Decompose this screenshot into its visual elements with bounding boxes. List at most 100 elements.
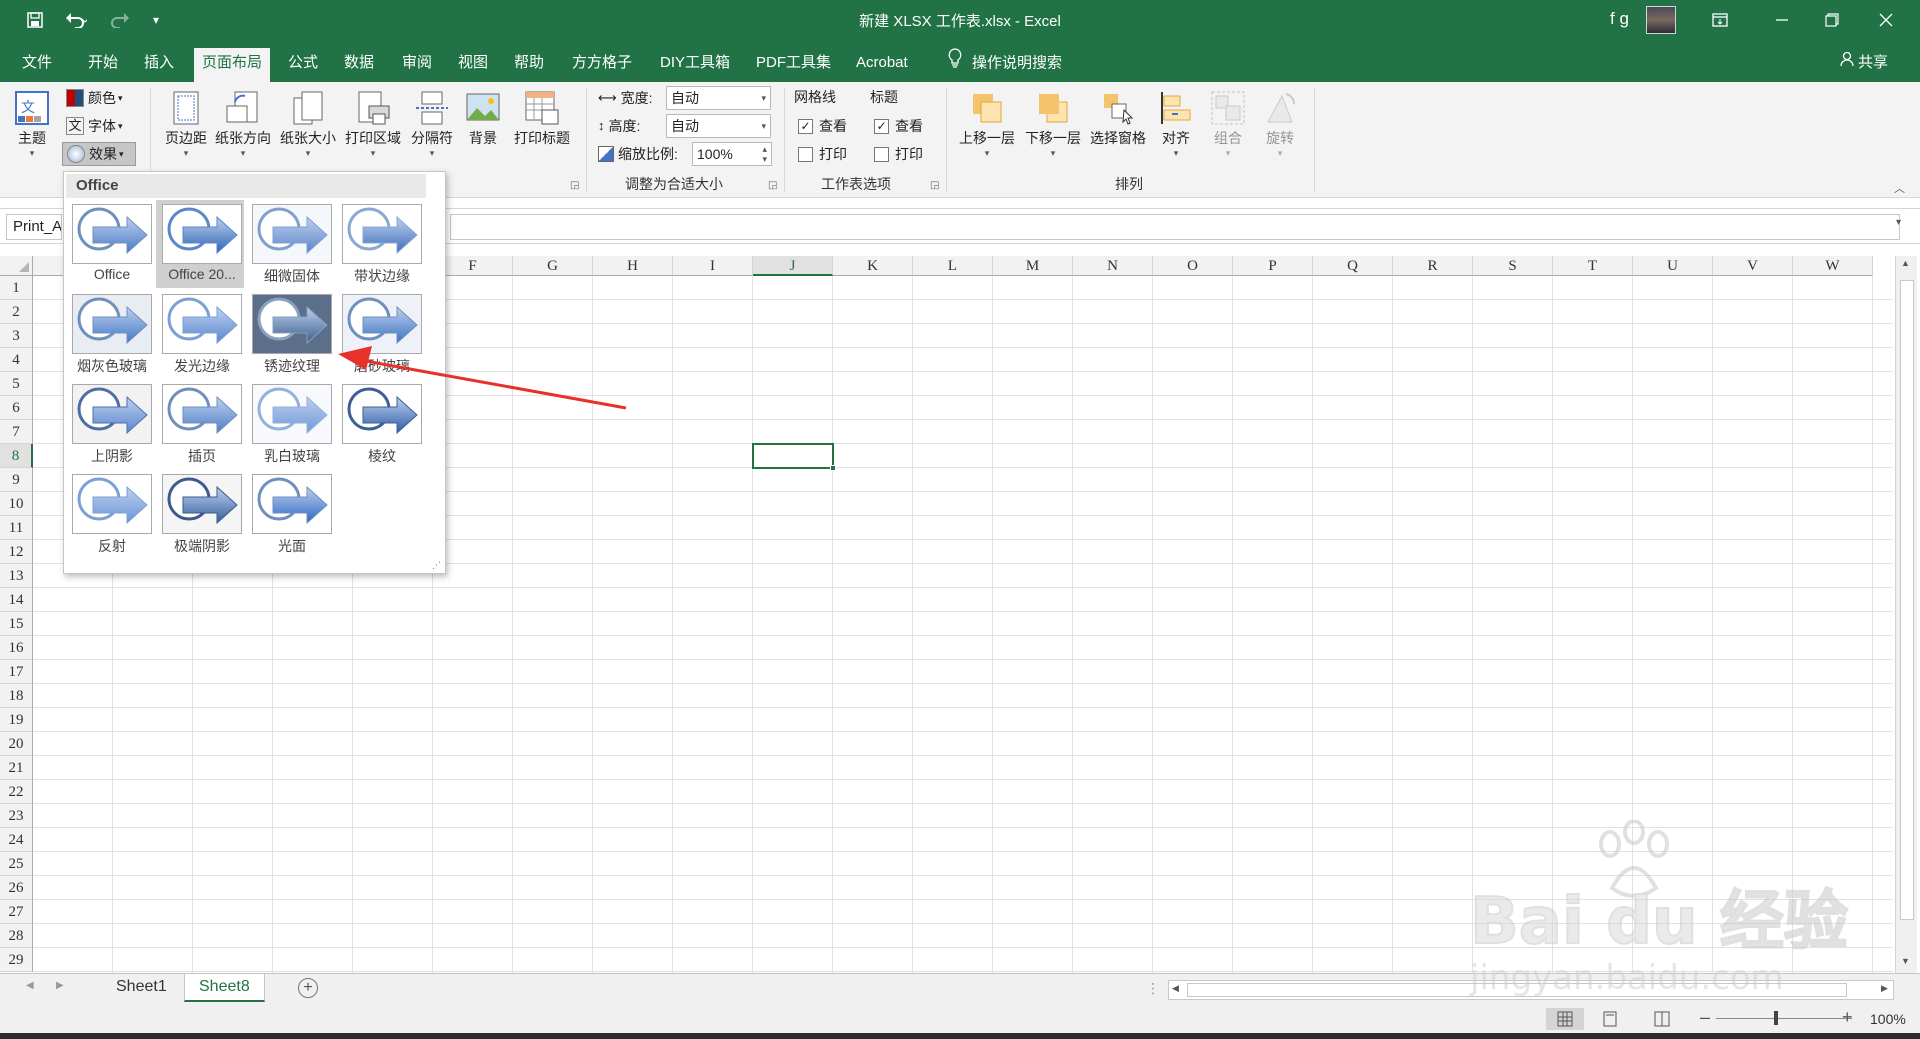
row-header-21[interactable]: 21 xyxy=(0,756,33,780)
tab-formulas[interactable]: 公式 xyxy=(280,48,326,82)
tab-review[interactable]: 审阅 xyxy=(394,48,440,82)
formula-input[interactable] xyxy=(450,214,1900,240)
row-header-27[interactable]: 27 xyxy=(0,900,33,924)
row-header-19[interactable]: 19 xyxy=(0,708,33,732)
print-titles-button[interactable]: 打印标题 xyxy=(508,88,576,148)
margins-button[interactable]: 页边距 ▾ xyxy=(156,88,216,158)
row-header-2[interactable]: 2 xyxy=(0,300,33,324)
vertical-scroll-thumb[interactable] xyxy=(1900,280,1914,920)
row-header-24[interactable]: 24 xyxy=(0,828,33,852)
collapse-ribbon-icon[interactable]: ︿ xyxy=(1894,180,1905,196)
zoom-out-icon[interactable]: – xyxy=(1700,1007,1710,1028)
row-header-26[interactable]: 26 xyxy=(0,876,33,900)
sheet-tab-sheet1[interactable]: Sheet1 xyxy=(102,974,181,1002)
close-icon[interactable] xyxy=(1866,6,1906,34)
selection-pane-button[interactable]: 选择窗格 xyxy=(1086,88,1150,148)
page-break-preview-icon[interactable] xyxy=(1654,1011,1670,1031)
user-name[interactable]: f g xyxy=(1610,9,1629,29)
effect-option-3[interactable]: 细微固体 xyxy=(246,200,334,288)
row-header-28[interactable]: 28 xyxy=(0,924,33,948)
next-sheet-icon[interactable]: ▶ xyxy=(56,980,64,991)
column-header-l[interactable]: L xyxy=(913,256,993,276)
column-header-j[interactable]: J xyxy=(753,256,833,276)
scale-spinner[interactable]: 100% ▴ ▾ xyxy=(692,142,772,166)
tab-acrobat[interactable]: Acrobat xyxy=(848,48,916,82)
row-header-8[interactable]: 8 xyxy=(0,444,33,468)
minimize-icon[interactable] xyxy=(1762,6,1802,34)
row-header-22[interactable]: 22 xyxy=(0,780,33,804)
column-header-s[interactable]: S xyxy=(1473,256,1553,276)
page-layout-view-icon[interactable] xyxy=(1602,1011,1618,1031)
tab-data[interactable]: 数据 xyxy=(336,48,382,82)
sheet-options-launcher-icon[interactable]: ◲ xyxy=(930,180,939,191)
effect-option-9[interactable]: 上阴影 xyxy=(66,380,154,468)
breaks-button[interactable]: 分隔符 ▾ xyxy=(404,88,460,158)
share-button[interactable]: 共享 xyxy=(1840,48,1888,78)
tab-home[interactable]: 开始 xyxy=(80,48,126,82)
row-header-3[interactable]: 3 xyxy=(0,324,33,348)
row-header-20[interactable]: 20 xyxy=(0,732,33,756)
size-button[interactable]: 纸张大小 ▾ xyxy=(276,88,340,158)
effect-option-2[interactable]: Office 20... xyxy=(156,200,244,288)
column-header-i[interactable]: I xyxy=(673,256,753,276)
prev-sheet-icon[interactable]: ◀ xyxy=(26,980,34,991)
ribbon-display-options-icon[interactable] xyxy=(1700,6,1740,34)
zoom-level[interactable]: 100% xyxy=(1870,1011,1906,1027)
column-header-v[interactable]: V xyxy=(1713,256,1793,276)
row-header-16[interactable]: 16 xyxy=(0,636,33,660)
select-all-button[interactable] xyxy=(0,256,33,276)
resize-grip-icon[interactable]: ⋰ xyxy=(432,560,441,571)
row-header-12[interactable]: 12 xyxy=(0,540,33,564)
zoom-slider[interactable] xyxy=(1716,1018,1852,1019)
row-header-5[interactable]: 5 xyxy=(0,372,33,396)
row-header-29[interactable]: 29 xyxy=(0,948,33,972)
row-header-18[interactable]: 18 xyxy=(0,684,33,708)
column-header-o[interactable]: O xyxy=(1153,256,1233,276)
row-header-14[interactable]: 14 xyxy=(0,588,33,612)
headings-print-checkbox[interactable]: 打印 xyxy=(874,143,923,165)
tab-pdf-tools[interactable]: PDF工具集 xyxy=(748,48,839,82)
scroll-up-icon[interactable]: ▲ xyxy=(1901,258,1910,268)
page-setup-launcher-icon[interactable]: ◲ xyxy=(570,180,579,191)
row-header-10[interactable]: 10 xyxy=(0,492,33,516)
tab-page-layout[interactable]: 页面布局 xyxy=(194,48,271,82)
fill-handle[interactable] xyxy=(830,465,836,471)
bring-forward-button[interactable]: 上移一层 ▾ xyxy=(954,88,1020,158)
send-backward-button[interactable]: 下移一层 ▾ xyxy=(1020,88,1086,158)
align-button[interactable]: 对齐 ▾ xyxy=(1150,88,1202,158)
zoom-in-icon[interactable]: + xyxy=(1842,1007,1853,1028)
group-button[interactable]: 组合 ▾ xyxy=(1202,88,1254,158)
effects-button[interactable]: 效果 ▾ xyxy=(62,142,136,166)
column-header-p[interactable]: P xyxy=(1233,256,1313,276)
column-header-m[interactable]: M xyxy=(993,256,1073,276)
splitter-icon[interactable]: ⋮ xyxy=(1146,980,1160,997)
effect-option-10[interactable]: 插页 xyxy=(156,380,244,468)
tab-file[interactable]: 文件 xyxy=(14,48,60,82)
effect-option-13[interactable]: 反射 xyxy=(66,470,154,558)
row-header-25[interactable]: 25 xyxy=(0,852,33,876)
effect-option-7[interactable]: 锈迹纹理 xyxy=(246,290,334,378)
effect-option-1[interactable]: Office xyxy=(66,200,154,288)
normal-view-icon[interactable] xyxy=(1546,1008,1584,1030)
rotate-button[interactable]: 旋转 ▾ xyxy=(1254,88,1306,158)
print-area-button[interactable]: 打印区域 ▾ xyxy=(342,88,404,158)
row-header-17[interactable]: 17 xyxy=(0,660,33,684)
tab-fangfang[interactable]: 方方格子 xyxy=(564,48,640,82)
column-header-h[interactable]: H xyxy=(593,256,673,276)
expand-formula-bar-icon[interactable]: ▾ xyxy=(1896,217,1901,228)
zoom-slider-thumb[interactable] xyxy=(1774,1011,1778,1025)
gridlines-print-checkbox[interactable]: 打印 xyxy=(798,143,847,165)
headings-view-checkbox[interactable]: ✓ 查看 xyxy=(874,115,923,137)
add-sheet-icon[interactable]: + xyxy=(298,978,318,998)
height-combo[interactable]: 自动 ▾ xyxy=(666,114,771,138)
effect-option-11[interactable]: 乳白玻璃 xyxy=(246,380,334,468)
themes-button[interactable]: 文 主题 ▾ xyxy=(6,88,58,158)
scroll-left-icon[interactable]: ◀ xyxy=(1172,983,1179,994)
width-combo[interactable]: 自动 ▾ xyxy=(666,86,771,110)
tab-insert[interactable]: 插入 xyxy=(136,48,182,82)
avatar[interactable] xyxy=(1646,6,1676,34)
row-header-6[interactable]: 6 xyxy=(0,396,33,420)
scale-launcher-icon[interactable]: ◲ xyxy=(768,180,777,191)
row-header-11[interactable]: 11 xyxy=(0,516,33,540)
column-header-t[interactable]: T xyxy=(1553,256,1633,276)
